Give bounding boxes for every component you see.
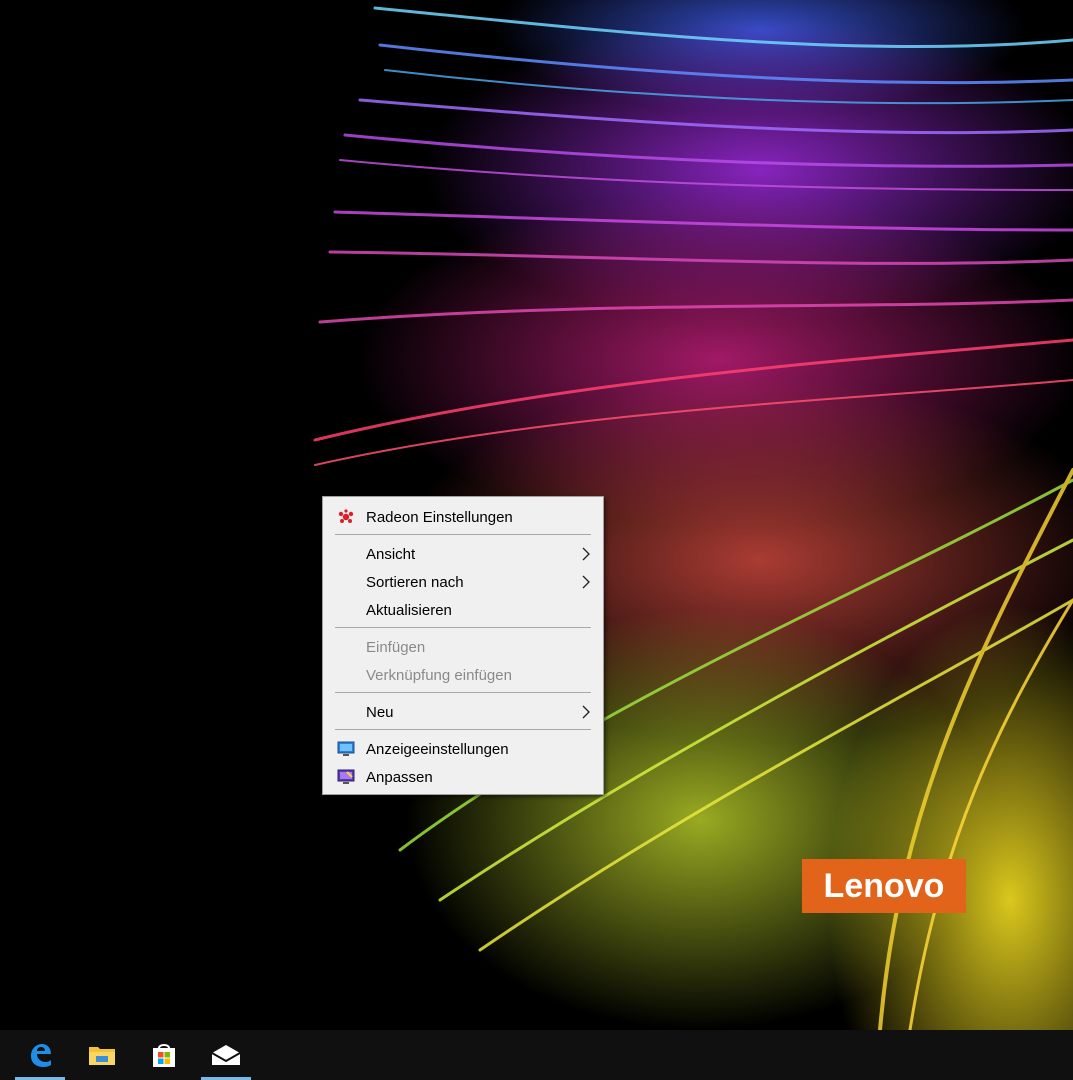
display-settings-icon: [337, 741, 355, 756]
menu-item-label: Anzeigeeinstellungen: [366, 740, 509, 758]
menu-item-label: Anpassen: [366, 768, 433, 786]
taskbar: [0, 1030, 1073, 1080]
menu-separator: [335, 692, 591, 693]
menu-item-radeon-einstellungen[interactable]: Radeon Einstellungen: [325, 504, 601, 530]
taskbar-store[interactable]: [139, 1030, 189, 1080]
menu-separator: [335, 729, 591, 730]
mail-icon: [211, 1045, 241, 1065]
menu-item-label: Ansicht: [366, 545, 416, 563]
menu-item-einfuegen[interactable]: Einfügen: [325, 634, 601, 660]
menu-item-neu[interactable]: Neu: [325, 699, 601, 725]
chevron-right-icon: [582, 575, 590, 589]
desktop-context-menu: Radeon Einstellungen Ansicht Sortieren n…: [322, 496, 604, 795]
lenovo-logo: Lenovo: [802, 859, 966, 913]
lenovo-logo-text: Lenovo: [823, 866, 945, 905]
edge-icon: [31, 1044, 51, 1067]
chevron-right-icon: [582, 547, 590, 561]
taskbar-file-explorer[interactable]: [77, 1030, 127, 1080]
taskbar-mail[interactable]: [201, 1030, 251, 1080]
menu-item-label: Aktualisieren: [366, 601, 452, 619]
menu-item-anpassen[interactable]: Anpassen: [325, 764, 601, 790]
personalize-icon: [337, 769, 355, 784]
menu-item-label: Einfügen: [366, 638, 426, 656]
file-explorer-icon: [89, 1047, 115, 1065]
menu-item-label: Neu: [366, 703, 394, 721]
menu-item-label: Verknüpfung einfügen: [366, 666, 512, 684]
radeon-icon: [338, 509, 354, 523]
menu-item-aktualisieren[interactable]: Aktualisieren: [325, 597, 601, 623]
menu-item-label: Sortieren nach: [366, 573, 464, 591]
chevron-right-icon: [582, 705, 590, 719]
store-icon: [153, 1044, 175, 1067]
menu-item-anzeigeeinstellungen[interactable]: Anzeigeeinstellungen: [325, 736, 601, 762]
menu-item-label: Radeon Einstellungen: [366, 508, 513, 526]
menu-item-verknuepfung-einfuegen[interactable]: Verknüpfung einfügen: [325, 662, 601, 688]
menu-separator: [335, 627, 591, 628]
menu-item-ansicht[interactable]: Ansicht: [325, 541, 601, 567]
menu-separator: [335, 534, 591, 535]
taskbar-edge[interactable]: [15, 1030, 65, 1080]
menu-item-sortieren-nach[interactable]: Sortieren nach: [325, 569, 601, 595]
